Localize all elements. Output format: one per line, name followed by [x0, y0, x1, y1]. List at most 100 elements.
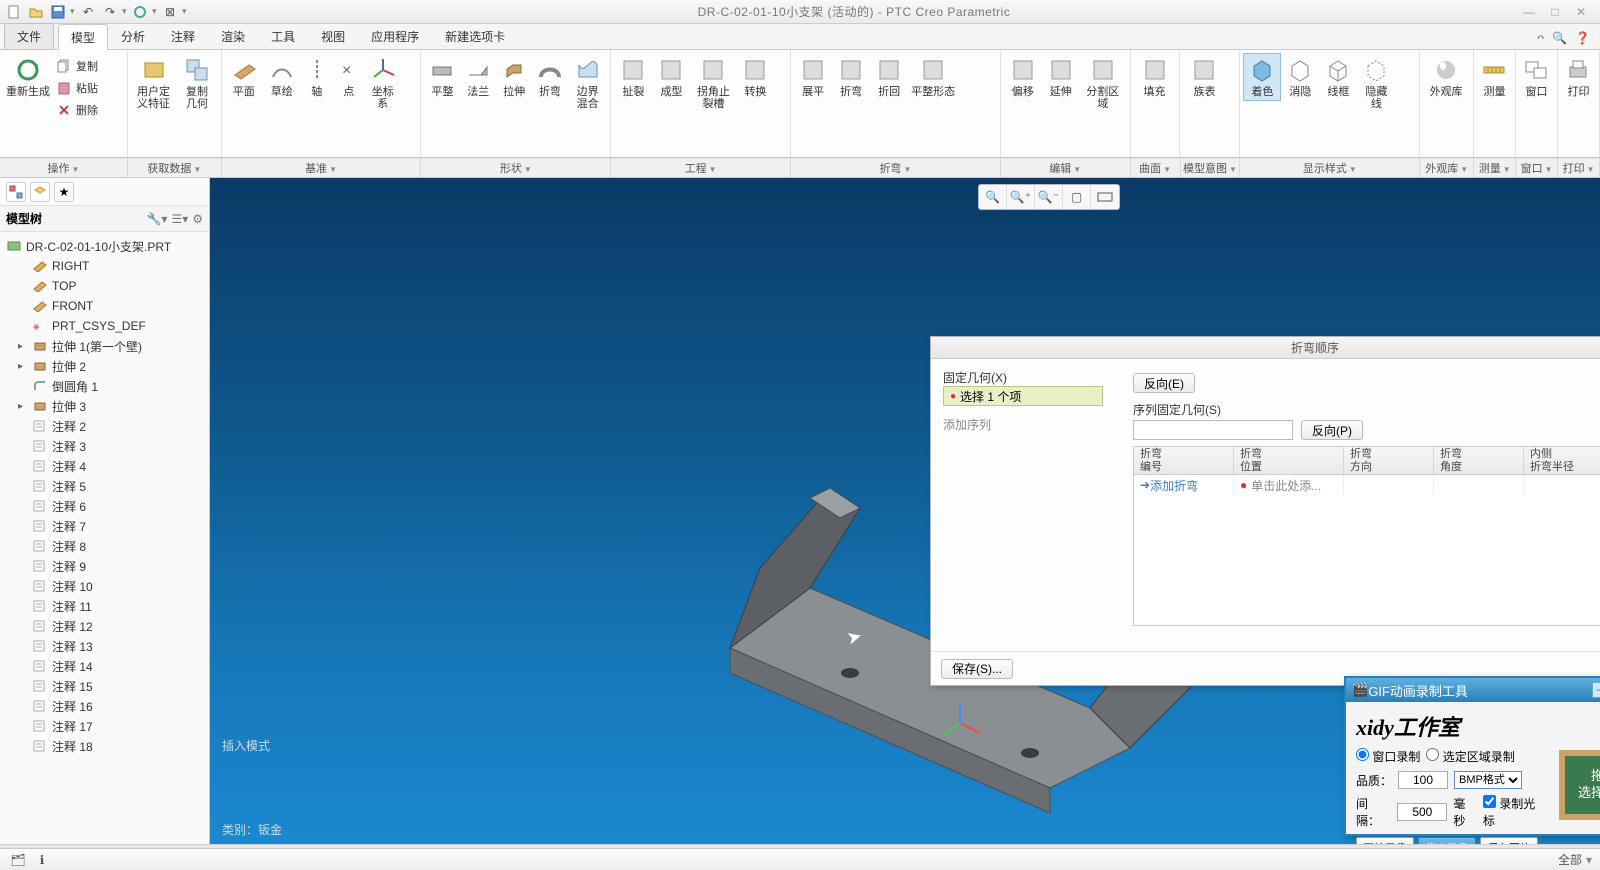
ribbon-form[interactable]: 成型: [653, 54, 689, 100]
minimize-icon[interactable]: —: [1520, 5, 1538, 19]
tree-settings-icon[interactable]: ⚙: [192, 212, 203, 226]
tree-node[interactable]: 注释 13: [0, 636, 209, 656]
recorder-minimize-icon[interactable]: —: [1592, 682, 1600, 698]
ribbon-hiddenline[interactable]: 隐藏线: [1358, 54, 1394, 112]
ribbon-measure[interactable]: 测量: [1478, 54, 1511, 100]
tree-node[interactable]: FRONT: [0, 296, 209, 316]
tree-node[interactable]: 倒圆角 1: [0, 376, 209, 396]
layer-tree-icon[interactable]: [30, 182, 50, 202]
tree-node[interactable]: 注释 6: [0, 496, 209, 516]
table-header[interactable]: 折弯方向: [1344, 447, 1434, 474]
tab-annotate[interactable]: 注释: [158, 23, 208, 49]
tree-node[interactable]: TOP: [0, 276, 209, 296]
ribbon-extend[interactable]: 延伸: [1043, 54, 1079, 100]
search-icon[interactable]: 🔍: [1552, 31, 1567, 45]
group-label[interactable]: 基准▼: [222, 159, 422, 177]
start-record-button[interactable]: 开始录像: [1356, 837, 1414, 844]
qat-dropdown-icon[interactable]: ▾: [122, 3, 128, 21]
group-label[interactable]: 编辑▼: [1001, 159, 1131, 177]
group-label[interactable]: 显示样式▼: [1240, 159, 1420, 177]
tab-new[interactable]: 新建选项卡: [432, 23, 518, 49]
tree-node[interactable]: 注释 11: [0, 596, 209, 616]
recorder-titlebar[interactable]: 🎬 GIF动画录制工具 — □ ✕: [1346, 678, 1600, 702]
ribbon-flatform[interactable]: 平整形态: [909, 54, 957, 100]
table-header[interactable]: 内侧折弯半径: [1524, 447, 1600, 474]
ribbon-copygeom[interactable]: 复制几何: [177, 54, 217, 112]
ribbon-offset[interactable]: 偏移: [1005, 54, 1041, 100]
tree-node[interactable]: RIGHT: [0, 256, 209, 276]
ribbon-rip[interactable]: 扯裂: [615, 54, 651, 100]
3d-viewport[interactable]: 🔍 🔍⁺ 🔍⁻ ▢: [210, 178, 1600, 844]
ribbon-minimize-icon[interactable]: ᴖ: [1537, 31, 1544, 45]
group-label[interactable]: 工程▼: [611, 159, 791, 177]
table-header[interactable]: 折弯编号: [1134, 447, 1234, 474]
tree-node[interactable]: 注释 10: [0, 576, 209, 596]
ribbon-wireframe[interactable]: 线框: [1320, 54, 1356, 100]
group-label[interactable]: 模型意图▼: [1181, 159, 1241, 177]
dialog-title-bar[interactable]: 折弯顺序 ✕: [931, 337, 1600, 359]
radio-window-record[interactable]: 窗口录制: [1356, 748, 1420, 765]
tab-applications[interactable]: 应用程序: [358, 23, 432, 49]
gif-recorder-window[interactable]: 🎬 GIF动画录制工具 — □ ✕ xidy工作室 窗口录制 选定区域录制 品: [1344, 676, 1600, 836]
tab-tools[interactable]: 工具: [258, 23, 308, 49]
interval-input[interactable]: [1397, 803, 1447, 821]
ribbon-point[interactable]: ×点: [334, 54, 364, 100]
ribbon-refold[interactable]: 折回: [871, 54, 907, 100]
format-select[interactable]: BMP格式: [1454, 771, 1522, 789]
zoom-in-icon[interactable]: 🔍⁺: [1007, 185, 1035, 209]
tree-node[interactable]: 注释 4: [0, 456, 209, 476]
group-label[interactable]: 外观库▼: [1420, 159, 1474, 177]
ribbon-split[interactable]: 分割区域: [1081, 54, 1125, 112]
cursor-checkbox[interactable]: 录制光标: [1483, 795, 1546, 829]
ribbon-bend[interactable]: 折弯: [533, 54, 567, 100]
favorites-icon[interactable]: ★: [54, 182, 74, 202]
tree-node[interactable]: 注释 16: [0, 696, 209, 716]
tree-node[interactable]: 注释 3: [0, 436, 209, 456]
reverse-button-1[interactable]: 反向(E): [1133, 373, 1195, 393]
group-label[interactable]: 形状▼: [421, 159, 611, 177]
ribbon-paste[interactable]: 粘贴: [56, 78, 112, 98]
tree-node[interactable]: ▸拉伸 1(第一个壁): [0, 336, 209, 356]
ribbon-csys[interactable]: 坐标系: [366, 54, 400, 112]
tree-root[interactable]: DR-C-02-01-10小支架.PRT: [0, 236, 209, 256]
group-label[interactable]: 获取数据▼: [128, 159, 222, 177]
tree-node[interactable]: 注释 8: [0, 536, 209, 556]
ribbon-delete[interactable]: 删除: [56, 100, 112, 120]
zoom-out-icon[interactable]: 🔍⁻: [1035, 185, 1063, 209]
group-label[interactable]: 打印▼: [1558, 159, 1600, 177]
saved-view-icon[interactable]: [1091, 185, 1119, 209]
ribbon-extrude[interactable]: 拉伸: [497, 54, 531, 100]
refit-icon[interactable]: ▢: [1063, 185, 1091, 209]
ribbon-copy[interactable]: 复制: [56, 56, 112, 76]
add-bend-cell[interactable]: ➔ 添加折弯: [1134, 475, 1234, 495]
radio-region-record[interactable]: 选定区域录制: [1426, 748, 1514, 765]
qat-dropdown-icon[interactable]: ▾: [70, 3, 76, 21]
seq-fixed-geom-input[interactable]: [1133, 420, 1293, 440]
group-label[interactable]: 曲面▼: [1131, 159, 1181, 177]
tree-node[interactable]: ▸拉伸 3: [0, 396, 209, 416]
redo-icon[interactable]: ↷: [100, 3, 120, 21]
close-window-icon[interactable]: ⊠: [160, 3, 180, 21]
ribbon-unbend[interactable]: 展平: [795, 54, 831, 100]
bend-position-cell[interactable]: ●单击此处添...: [1234, 475, 1344, 495]
tree-node[interactable]: 注释 12: [0, 616, 209, 636]
reverse-button-2[interactable]: 反向(P): [1301, 420, 1363, 440]
file-menu[interactable]: 文件: [4, 23, 54, 49]
group-label[interactable]: 窗口▼: [1516, 159, 1558, 177]
group-label[interactable]: 操作▼: [0, 159, 128, 177]
ribbon-sketch[interactable]: 草绘: [264, 54, 300, 100]
status-tree-icon[interactable]: 🗂: [8, 852, 28, 868]
open-icon[interactable]: [26, 3, 46, 21]
table-header[interactable]: 折弯位置: [1234, 447, 1344, 474]
tree-node[interactable]: 注释 9: [0, 556, 209, 576]
group-label[interactable]: 测量▼: [1474, 159, 1516, 177]
status-info-icon[interactable]: ℹ: [32, 852, 52, 868]
ribbon-convert[interactable]: 转换: [737, 54, 773, 100]
ribbon-regen[interactable]: 重新生成: [4, 54, 52, 100]
table-header[interactable]: 折弯角度: [1434, 447, 1524, 474]
tree-node[interactable]: 注释 17: [0, 716, 209, 736]
new-icon[interactable]: [4, 3, 24, 21]
tree-show-icon[interactable]: ☰▾: [171, 212, 188, 226]
tab-view[interactable]: 视图: [308, 23, 358, 49]
fixed-geom-selector[interactable]: 选择 1 个项: [943, 386, 1103, 406]
